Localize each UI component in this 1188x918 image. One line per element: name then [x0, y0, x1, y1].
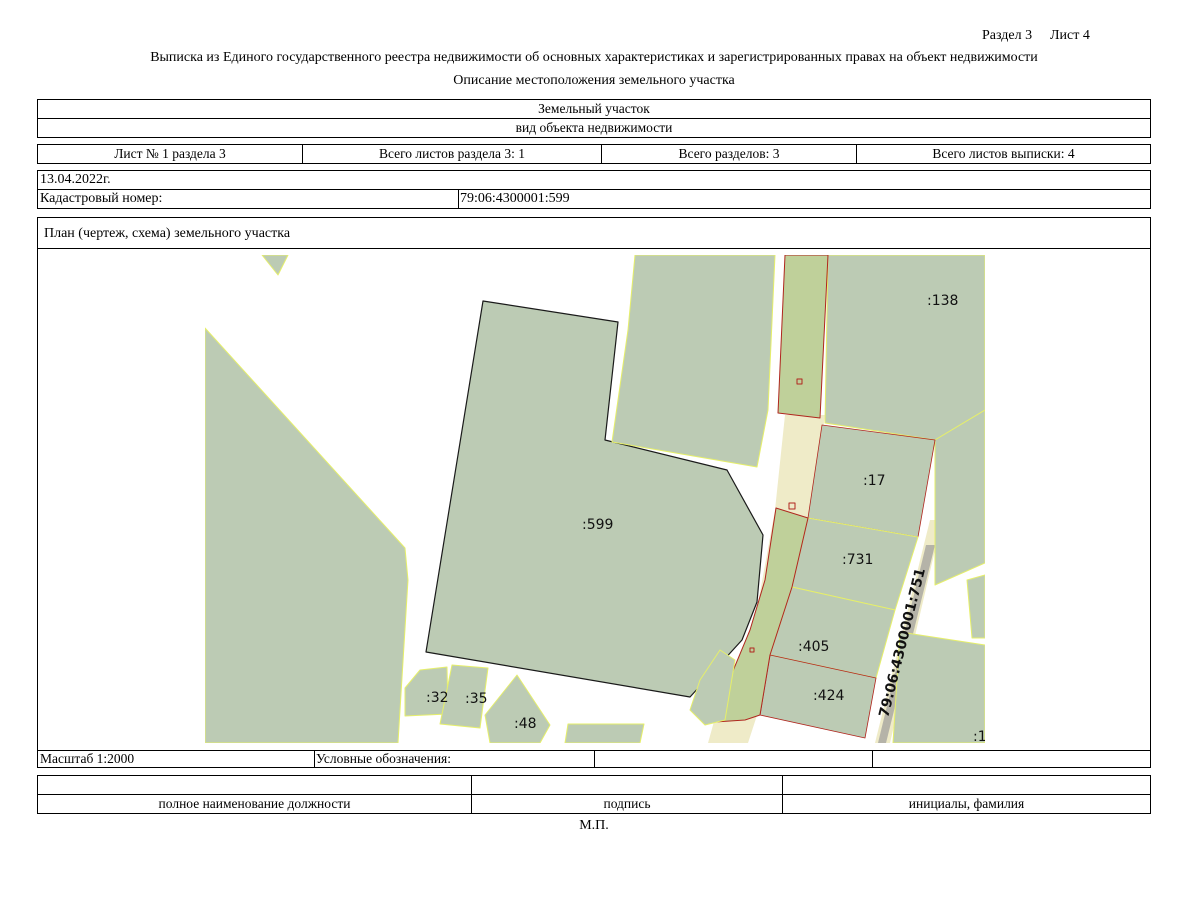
- label-32: :32: [426, 690, 449, 706]
- scale-divider-3: [872, 750, 873, 768]
- position-blank: [37, 775, 472, 795]
- stamp-label: М.П.: [579, 818, 609, 833]
- parcel-highlight-top: [777, 255, 829, 419]
- name-blank: [782, 775, 1151, 795]
- scale-divider-1: [314, 750, 315, 768]
- signature-caption: подпись: [471, 794, 783, 814]
- parcel-left: [205, 327, 409, 743]
- parcel-48: [484, 674, 551, 743]
- parcel-right-small: [966, 574, 985, 639]
- scale-row: Масштаб 1:2000 Условные обозначения:: [37, 750, 1151, 768]
- parcel-bottom-strip: [564, 723, 645, 743]
- label-138: :138: [927, 293, 958, 309]
- label-17: :17: [863, 473, 886, 489]
- position-caption: полное наименование должности: [37, 794, 472, 814]
- label-1: :1: [973, 729, 987, 745]
- parcel-top-triangle: [261, 255, 289, 276]
- label-48: :48: [514, 716, 537, 732]
- label-599: :599: [582, 517, 613, 533]
- parcel-right-strip: [934, 409, 985, 586]
- label-405: :405: [798, 639, 829, 655]
- scale-divider-2: [594, 750, 595, 768]
- legend-label: Условные обозначения:: [316, 751, 452, 766]
- label-731: :731: [842, 552, 873, 568]
- name-caption: инициалы, фамилия: [782, 794, 1151, 814]
- scale-text: Масштаб 1:2000: [40, 751, 135, 766]
- signature-blank: [471, 775, 783, 795]
- label-424: :424: [813, 688, 845, 704]
- label-35: :35: [465, 691, 488, 707]
- parcel-138: [824, 255, 985, 441]
- parcel-upper-middle: [611, 255, 776, 468]
